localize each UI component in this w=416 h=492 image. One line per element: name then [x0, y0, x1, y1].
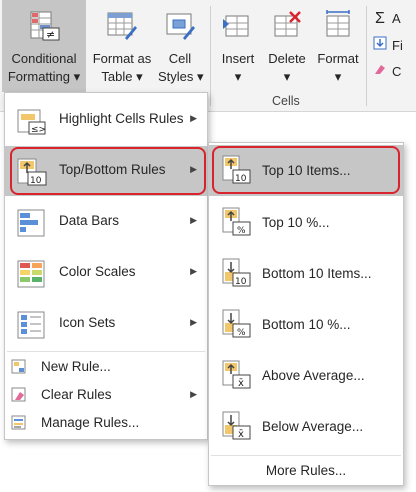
delete-dropdown-arrow: ▾: [283, 69, 291, 84]
submenu-item-label: Bottom 10 %...: [262, 317, 351, 332]
clear-label: C: [392, 64, 402, 79]
menu-item-label: Highlight Cells Rules: [59, 111, 184, 126]
autosum-icon: Σ: [375, 10, 385, 27]
conditional-formatting-button[interactable]: ≠ Conditional Formatting ▾: [2, 0, 86, 92]
menu-item-clear-rules[interactable]: Clear Rules ▶: [5, 381, 207, 409]
submenu-item-label: Above Average...: [262, 368, 365, 383]
data-bars-icon: [17, 209, 45, 237]
svg-text:%: %: [237, 226, 246, 236]
format-as-table-label-1: Format as: [92, 51, 152, 66]
menu-item-label: Color Scales: [59, 264, 136, 279]
menu-item-label: Data Bars: [59, 213, 120, 228]
format-as-table-icon: [107, 12, 137, 40]
menu-item-label: Clear Rules: [41, 387, 112, 402]
cell-styles-label-2: Styles ▾: [158, 69, 204, 84]
insert-cells-icon: [223, 15, 249, 37]
format-button[interactable]: Format ▾: [312, 0, 364, 92]
cell-styles-button[interactable]: Cell Styles ▾: [158, 0, 204, 92]
svg-text:10: 10: [235, 277, 247, 287]
clear-command[interactable]: C: [372, 62, 401, 79]
icon-sets-icon: [17, 311, 45, 339]
menu-item-label: New Rule...: [41, 359, 111, 374]
conditional-formatting-label-1: Conditional: [11, 51, 77, 66]
group-separator: [210, 6, 211, 106]
menu-item-top-bottom-rules[interactable]: 10 Top/Bottom Rules ▶: [5, 146, 207, 196]
below-average-icon: x̄: [222, 411, 251, 440]
submenu-item-label: Below Average...: [262, 419, 364, 434]
conditional-formatting-menu: ≤> Highlight Cells Rules ▶ 10 Top/Bottom…: [4, 92, 208, 440]
submenu-item-label: Top 10 %...: [262, 215, 330, 230]
menu-item-new-rule[interactable]: New Rule...: [5, 353, 207, 381]
autosum-command[interactable]: ΣA: [372, 10, 401, 28]
insert-label: Insert: [221, 51, 255, 66]
menu-item-label: Top/Bottom Rules: [59, 162, 166, 177]
delete-label: Delete: [268, 51, 306, 66]
submenu-item-bottom-10-items[interactable]: 10 Bottom 10 Items...: [209, 248, 403, 299]
format-dropdown-arrow: ▾: [334, 69, 342, 84]
fill-command[interactable]: Fi: [372, 36, 403, 53]
submenu-arrow-icon: ▶: [190, 164, 197, 174]
insert-button[interactable]: Insert ▾: [214, 0, 262, 92]
more-rules-item[interactable]: More Rules...: [209, 457, 403, 485]
top-10-items-icon: 10: [222, 155, 251, 184]
fill-label: Fi: [392, 38, 403, 53]
submenu-item-below-average[interactable]: x̄ Below Average...: [209, 401, 403, 452]
submenu-item-above-average[interactable]: x̄ Above Average...: [209, 350, 403, 401]
menu-item-color-scales[interactable]: Color Scales ▶: [5, 248, 207, 298]
clear-icon: [372, 62, 388, 79]
menu-item-manage-rules[interactable]: Manage Rules...: [5, 409, 207, 437]
conditional-formatting-icon: ≠: [30, 11, 60, 41]
submenu-arrow-icon: ▶: [190, 266, 197, 276]
submenu-item-top-10-items[interactable]: 10 Top 10 Items...: [209, 145, 403, 196]
top-bottom-rules-icon: 10: [17, 158, 47, 186]
top-10-percent-icon: %: [222, 207, 251, 236]
submenu-arrow-icon: ▶: [190, 389, 197, 399]
submenu-item-label: Bottom 10 Items...: [262, 266, 372, 281]
bottom-10-percent-icon: %: [222, 309, 251, 338]
menu-item-highlight-cells-rules[interactable]: ≤> Highlight Cells Rules ▶: [5, 95, 207, 145]
fill-icon: [372, 36, 388, 53]
submenu-item-top-10-percent[interactable]: % Top 10 %...: [209, 197, 403, 248]
delete-cells-icon: [274, 11, 301, 37]
cells-group-label: Cells: [272, 94, 300, 108]
highlight-cells-rules-icon: ≤>: [17, 109, 46, 135]
top-bottom-rules-submenu: 10 Top 10 Items... % Top 10 %... 10 Bott…: [208, 142, 404, 486]
submenu-item-bottom-10-percent[interactable]: % Bottom 10 %...: [209, 299, 403, 350]
insert-dropdown-arrow: ▾: [234, 69, 242, 84]
svg-text:%: %: [237, 328, 246, 338]
menu-item-label: Icon Sets: [59, 315, 116, 330]
format-label: Format: [317, 51, 359, 66]
svg-text:≤>: ≤>: [31, 125, 46, 135]
cell-styles-label-1: Cell: [168, 51, 192, 66]
cell-styles-icon: [166, 13, 195, 40]
menu-divider: [7, 351, 205, 352]
delete-button[interactable]: Delete ▾: [264, 0, 310, 92]
submenu-arrow-icon: ▶: [190, 215, 197, 225]
new-rule-icon: [11, 359, 26, 374]
menu-item-label: Manage Rules...: [41, 415, 140, 430]
clear-rules-icon: [11, 387, 26, 402]
format-as-table-button[interactable]: Format as Table ▾: [88, 0, 156, 92]
submenu-arrow-icon: ▶: [190, 317, 197, 327]
svg-text:10: 10: [235, 174, 247, 184]
submenu-item-label: Top 10 Items...: [262, 163, 351, 178]
format-cells-icon: [326, 10, 350, 37]
svg-text:≠: ≠: [46, 28, 55, 41]
color-scales-icon: [17, 260, 45, 288]
svg-text:x̄: x̄: [238, 429, 244, 440]
submenu-arrow-icon: ▶: [190, 113, 197, 123]
group-separator: [366, 6, 367, 106]
manage-rules-icon: [11, 415, 26, 430]
svg-text:x̄: x̄: [238, 378, 244, 389]
conditional-formatting-label-2: Formatting ▾: [7, 69, 81, 84]
svg-text:10: 10: [30, 176, 42, 186]
menu-divider: [211, 455, 401, 456]
above-average-icon: x̄: [222, 360, 251, 389]
autosum-label: A: [392, 11, 401, 26]
menu-item-icon-sets[interactable]: Icon Sets ▶: [5, 299, 207, 349]
bottom-10-items-icon: 10: [222, 258, 251, 287]
menu-item-data-bars[interactable]: Data Bars ▶: [5, 197, 207, 247]
format-as-table-label-2: Table ▾: [101, 69, 143, 84]
